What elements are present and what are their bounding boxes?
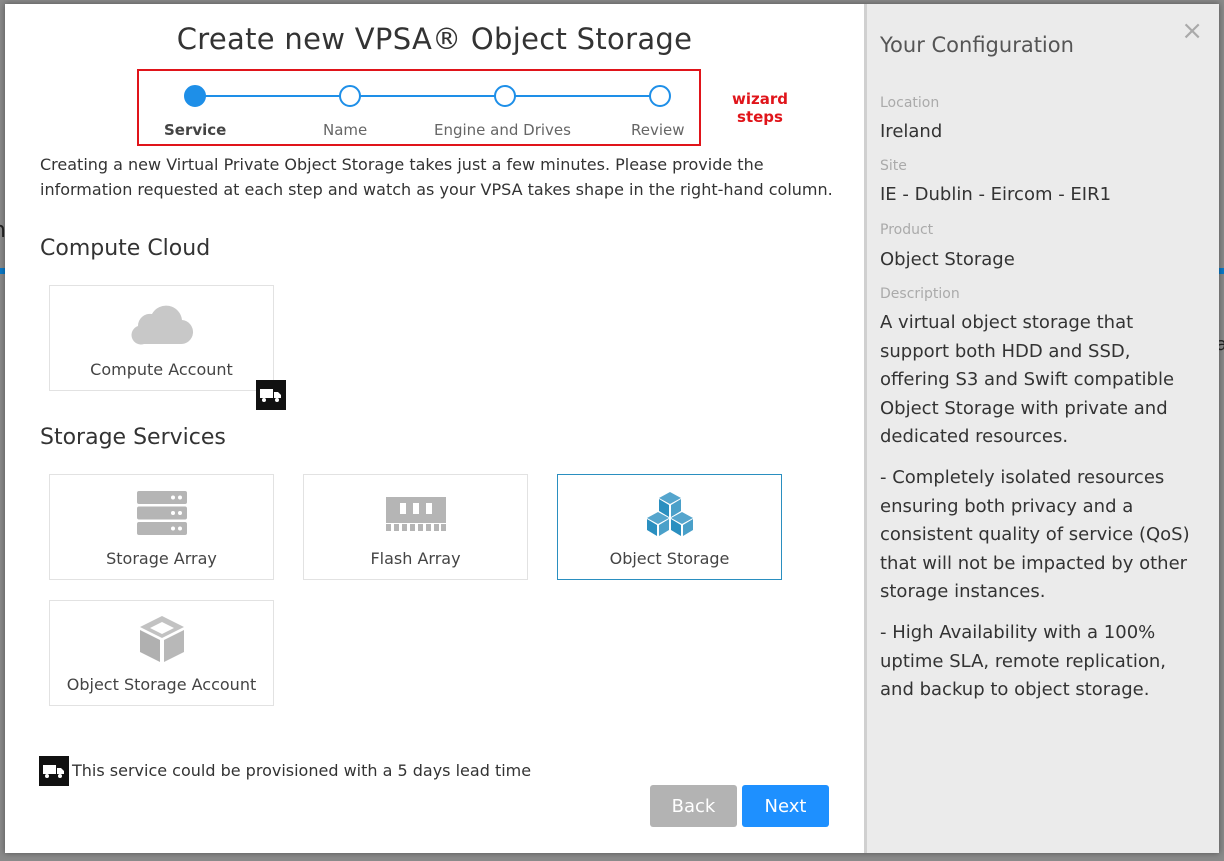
card-label: Storage Array xyxy=(106,549,217,568)
cube-icon xyxy=(50,613,273,665)
section-title-compute: Compute Cloud xyxy=(40,236,211,261)
truck-icon xyxy=(256,380,286,410)
configuration-title: Your Configuration xyxy=(880,33,1074,57)
memory-module-icon xyxy=(304,487,527,539)
intro-text: Creating a new Virtual Private Object St… xyxy=(40,155,833,199)
card-compute-account[interactable]: Compute Account xyxy=(49,285,274,391)
description-paragraph-3: - High Availability with a 100% uptime S… xyxy=(880,622,1166,700)
location-label: Location xyxy=(880,95,940,111)
wizard-step-dot-service[interactable] xyxy=(184,85,206,107)
cubes-icon xyxy=(558,487,781,539)
card-storage-array[interactable]: Storage Array xyxy=(49,474,274,580)
lead-time-note: This service could be provisioned with a… xyxy=(72,761,532,780)
wizard-step-dot-review[interactable] xyxy=(649,85,671,107)
back-button[interactable]: Back xyxy=(650,785,737,827)
description-paragraph-1: A virtual object storage that support bo… xyxy=(880,312,1175,447)
cloud-icon xyxy=(50,298,273,350)
product-value: Object Storage xyxy=(880,249,1015,270)
server-rack-icon xyxy=(50,487,273,539)
annotation-line-2: steps xyxy=(737,108,783,126)
card-label: Object Storage Account xyxy=(66,675,257,694)
wizard-step-label-review[interactable]: Review xyxy=(631,121,685,139)
annotation-line-1: wizard xyxy=(732,90,788,108)
next-button[interactable]: Next xyxy=(742,785,829,827)
section-title-storage: Storage Services xyxy=(40,425,226,450)
wizard-steps-annotation: wizard steps xyxy=(723,90,797,126)
wizard-step-dot-name[interactable] xyxy=(339,85,361,107)
wizard-step-dot-engine[interactable] xyxy=(494,85,516,107)
card-object-storage[interactable]: Object Storage xyxy=(557,474,782,580)
create-vpsa-modal: Create new VPSA® Object Storage Service … xyxy=(5,4,1219,853)
wizard-step-label-engine[interactable]: Engine and Drives xyxy=(434,121,571,139)
card-flash-array[interactable]: Flash Array xyxy=(303,474,528,580)
site-value: IE - Dublin - Eircom - EIR1 xyxy=(880,184,1112,205)
site-label: Site xyxy=(880,158,907,174)
card-label: Object Storage xyxy=(609,549,730,568)
close-icon[interactable]: × xyxy=(1181,18,1203,44)
wizard-main-panel: Create new VPSA® Object Storage Service … xyxy=(5,4,864,853)
modal-title: Create new VPSA® Object Storage xyxy=(176,22,693,56)
configuration-panel: × Your Configuration Location Ireland Si… xyxy=(864,4,1219,853)
card-label: Flash Array xyxy=(370,549,461,568)
wizard-step-label-name[interactable]: Name xyxy=(323,121,367,139)
description-paragraph-2: - Completely isolated resources ensuring… xyxy=(880,467,1190,602)
card-object-storage-account[interactable]: Object Storage Account xyxy=(49,600,274,706)
description-label: Description xyxy=(880,286,960,302)
wizard-connector-line xyxy=(196,95,660,97)
card-label: Compute Account xyxy=(90,360,233,379)
wizard-step-label-service[interactable]: Service xyxy=(164,121,226,139)
truck-icon xyxy=(39,756,69,786)
product-label: Product xyxy=(880,222,934,238)
location-value: Ireland xyxy=(880,121,943,142)
